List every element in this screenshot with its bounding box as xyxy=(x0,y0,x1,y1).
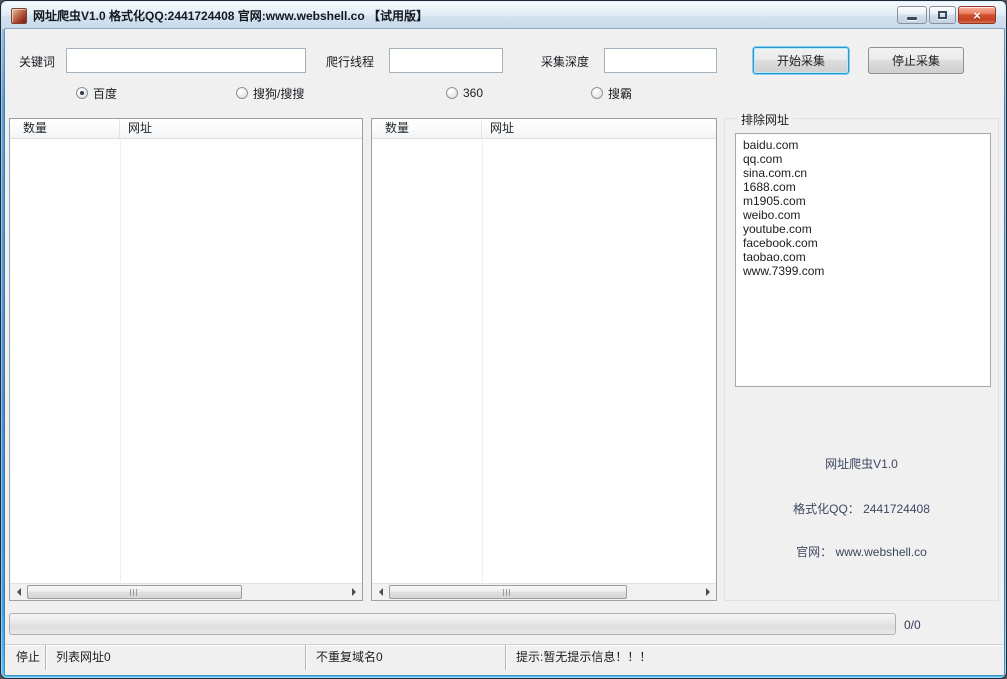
minimize-icon xyxy=(907,17,917,20)
window-controls: × xyxy=(897,6,996,24)
depth-input[interactable] xyxy=(604,48,717,73)
exclude-url-item: taobao.com xyxy=(743,250,990,264)
scrollbar-thumb[interactable] xyxy=(389,585,627,599)
status-state: 停止 xyxy=(5,645,46,670)
column-header-url[interactable]: 网址 xyxy=(482,119,716,138)
column-header-count[interactable]: 数量 xyxy=(10,119,120,138)
radio-sogou-soso[interactable]: 搜狗/搜搜 xyxy=(236,86,304,100)
url-list-left-body[interactable] xyxy=(10,139,362,582)
client-area: 关键词 爬行线程 采集深度 开始采集 停止采集 百度 搜狗/搜搜 360 搜霸 … xyxy=(5,29,1004,675)
threads-input[interactable] xyxy=(389,48,503,73)
column-divider xyxy=(482,139,483,582)
exclude-url-item: m1905.com xyxy=(743,194,990,208)
radio-360-icon xyxy=(446,87,458,99)
scroll-right-button[interactable] xyxy=(345,584,362,600)
window-title: 网址爬虫V1.0 格式化QQ:2441724408 官网:www.webshel… xyxy=(33,7,428,24)
exclude-url-item: 1688.com xyxy=(743,180,990,194)
radio-souba[interactable]: 搜霸 xyxy=(591,86,632,100)
exclude-url-item: baidu.com xyxy=(743,138,990,152)
url-list-left-header: 数量 网址 xyxy=(10,119,362,139)
exclude-url-item: youtube.com xyxy=(743,222,990,236)
url-list-right-header: 数量 网址 xyxy=(372,119,716,139)
start-collect-button[interactable]: 开始采集 xyxy=(753,47,849,74)
minimize-button[interactable] xyxy=(897,6,927,24)
app-icon xyxy=(11,8,27,24)
stop-collect-button[interactable]: 停止采集 xyxy=(868,47,964,74)
scroll-left-button[interactable] xyxy=(372,584,389,600)
scroll-left-arrow-icon xyxy=(13,588,21,596)
app-window: 网址爬虫V1.0 格式化QQ:2441724408 官网:www.webshel… xyxy=(0,0,1007,679)
radio-souba-icon xyxy=(591,87,603,99)
radio-baidu[interactable]: 百度 xyxy=(76,86,117,100)
status-hint-message: 提示:暂无提示信息！！！ xyxy=(506,645,1004,670)
exclude-url-item: sina.com.cn xyxy=(743,166,990,180)
status-list-url-count: 列表网址0 xyxy=(46,645,306,670)
exclude-urls-label: 排除网址 xyxy=(737,111,793,128)
radio-sogou-soso-label: 搜狗/搜搜 xyxy=(253,85,304,102)
threads-label: 爬行线程 xyxy=(326,53,374,67)
radio-360-label: 360 xyxy=(463,86,483,100)
column-divider xyxy=(120,139,121,582)
maximize-button[interactable] xyxy=(929,6,956,24)
about-qq: 格式化QQ： 2441724408 xyxy=(725,500,998,517)
scroll-right-arrow-icon xyxy=(706,588,714,596)
depth-label: 采集深度 xyxy=(541,53,589,67)
scroll-right-button[interactable] xyxy=(699,584,716,600)
exclude-url-item: qq.com xyxy=(743,152,990,166)
url-list-left-hscrollbar[interactable] xyxy=(10,583,362,600)
scroll-left-arrow-icon xyxy=(375,588,383,596)
url-list-right: 数量 网址 xyxy=(371,118,717,601)
url-list-right-hscrollbar[interactable] xyxy=(372,583,716,600)
about-app-name: 网址爬虫V1.0 xyxy=(725,455,998,472)
about-website: 官网： www.webshell.co xyxy=(725,543,998,560)
scroll-left-button[interactable] xyxy=(10,584,27,600)
exclude-url-item: weibo.com xyxy=(743,208,990,222)
column-header-count[interactable]: 数量 xyxy=(372,119,482,138)
status-unique-domain-count: 不重复域名0 xyxy=(306,645,506,670)
maximize-icon xyxy=(938,11,947,19)
keyword-input[interactable] xyxy=(66,48,306,73)
exclude-urls-textarea[interactable]: baidu.com qq.com sina.com.cn 1688.com m1… xyxy=(735,133,991,387)
radio-sogou-soso-icon xyxy=(236,87,248,99)
radio-baidu-icon xyxy=(76,87,88,99)
radio-baidu-label: 百度 xyxy=(93,85,117,102)
exclude-url-item: www.7399.com xyxy=(743,264,990,278)
exclude-url-item: facebook.com xyxy=(743,236,990,250)
keyword-label: 关键词 xyxy=(19,53,55,67)
close-button[interactable]: × xyxy=(958,6,996,24)
status-bar: 停止 列表网址0 不重复域名0 提示:暂无提示信息！！！ xyxy=(5,644,1004,670)
progress-bar xyxy=(9,613,896,635)
url-list-right-body[interactable] xyxy=(372,139,716,582)
progress-count-label: 0/0 xyxy=(904,618,921,632)
radio-360[interactable]: 360 xyxy=(446,86,483,100)
title-bar[interactable]: 网址爬虫V1.0 格式化QQ:2441724408 官网:www.webshel… xyxy=(2,2,1005,29)
exclude-groupbox: 排除网址 baidu.com qq.com sina.com.cn 1688.c… xyxy=(724,118,999,601)
close-icon: × xyxy=(973,9,981,22)
radio-souba-label: 搜霸 xyxy=(608,85,632,102)
url-list-left: 数量 网址 xyxy=(9,118,363,601)
scroll-right-arrow-icon xyxy=(352,588,360,596)
scrollbar-thumb[interactable] xyxy=(27,585,242,599)
column-header-url[interactable]: 网址 xyxy=(120,119,362,138)
